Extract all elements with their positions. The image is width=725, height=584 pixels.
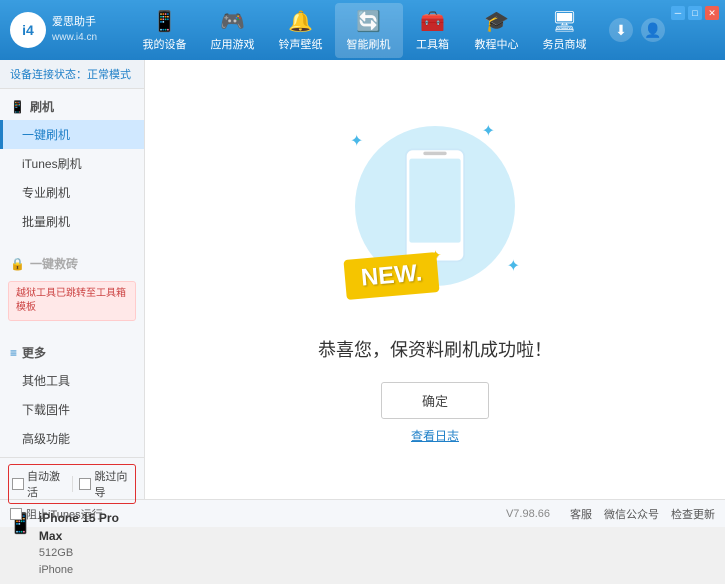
auto-activate-checkbox[interactable] [12,478,24,490]
nav-ringtones-label: 铃声壁纸 [279,36,323,52]
nav-my-device-icon: 📱 [152,9,177,34]
skip-activate-checkbox-label[interactable]: 跳过向导 [79,468,132,500]
nav-toolbox-icon: 🧰 [420,9,445,34]
stop-itunes-checkbox[interactable] [10,508,22,520]
version-label: V7.98.66 [506,508,550,520]
auto-activate-row: 自动激活 跳过向导 [8,464,136,504]
nav-tutorial-label: 教程中心 [475,36,519,52]
sidebar-item-itunes-flash[interactable]: iTunes刷机 [0,149,144,178]
nav-toolbox[interactable]: 🧰 工具箱 [403,3,463,58]
sidebar-item-pro-flash[interactable]: 专业刷机 [0,178,144,207]
device-storage: 512GB [39,545,136,562]
confirm-button[interactable]: 确定 [381,382,489,419]
nav-store[interactable]: 🖥 务员商域 [531,3,599,58]
main-content: ✦ ✦ ✦ NEW. ✦ 恭喜您，保资料刷机成功啦！ 确定 查看日志 [145,60,725,499]
stop-itunes-label[interactable]: 阻止iTunes运行 [10,506,103,522]
sidebar-section-rescue-header: 🔒 一键救砖 [0,250,144,277]
bottom-link-update[interactable]: 检查更新 [671,506,715,522]
sparkle-3-icon: ✦ [507,256,520,276]
nav-smart-flash[interactable]: 🔄 智能刷机 [335,3,403,58]
skip-activate-checkbox[interactable] [79,478,91,490]
sidebar-notice: 越狱工具已跳转至工具箱模板 [8,281,136,321]
logo-area: i4 爱思助手 www.i4.cn [10,12,120,48]
logo-circle: i4 [10,12,46,48]
success-illustration: ✦ ✦ ✦ NEW. ✦ [345,116,525,316]
sidebar-section-more: ≡ 更多 其他工具 下载固件 高级功能 [0,335,144,457]
sidebar-section-rescue: 🔒 一键救砖 越狱工具已跳转至工具箱模板 [0,246,144,329]
auto-activate-checkbox-label[interactable]: 自动激活 [12,468,65,500]
nav-ringtones[interactable]: 🔔 铃声壁纸 [267,3,335,58]
new-badge-stars: ✦ [429,246,442,264]
maximize-button[interactable]: □ [688,6,702,20]
sidebar-item-other-tools[interactable]: 其他工具 [0,366,144,395]
close-button[interactable]: ✕ [705,6,719,20]
new-badge-text: NEW. [360,259,423,291]
bottom-links: 客服 微信公众号 检查更新 [570,506,715,522]
download-button[interactable]: ⬇ [609,18,633,42]
nav-smart-flash-icon: 🔄 [356,9,381,34]
user-button[interactable]: 👤 [641,18,665,42]
minimize-button[interactable]: ─ [671,6,685,20]
sidebar-item-advanced[interactable]: 高级功能 [0,424,144,453]
sidebar-section-flash-header: 📱 刷机 [0,93,144,120]
nav-store-icon: 🖥 [552,9,577,34]
nav-smart-flash-label: 智能刷机 [347,36,391,52]
nav-tutorial[interactable]: 🎓 教程中心 [463,3,531,58]
topbar: i4 爱思助手 www.i4.cn 📱 我的设备 🎮 应用游戏 🔔 铃声壁纸 🔄… [0,0,725,60]
device-type: iPhone [39,562,136,579]
view-log-link[interactable]: 查看日志 [411,427,459,444]
flash-section-icon: 📱 [10,100,25,114]
sidebar-section-more-header: ≡ 更多 [0,339,144,366]
success-text: 恭喜您，保资料刷机成功啦！ [318,336,552,362]
nav-apps-games-icon: 🎮 [220,9,245,34]
checkbox-separator [72,476,73,492]
nav-tutorial-icon: 🎓 [484,9,509,34]
nav-apps-games[interactable]: 🎮 应用游戏 [199,3,267,58]
window-controls: ─ □ ✕ [671,6,719,20]
more-section-icon: ≡ [10,346,17,360]
bottom-link-service[interactable]: 客服 [570,506,592,522]
logo-text: 爱思助手 www.i4.cn [52,15,97,44]
nav-ringtones-icon: 🔔 [288,9,313,34]
top-right-controls: ⬇ 👤 [609,18,665,42]
nav-toolbox-label: 工具箱 [416,36,449,52]
nav-my-device-label: 我的设备 [143,36,187,52]
sparkle-1-icon: ✦ [350,131,363,151]
content-area: 设备连接状态：正常模式 📱 刷机 一键刷机 iTunes刷机 专业刷机 批量刷机 [0,60,725,499]
status-bar: 设备连接状态：正常模式 [0,60,144,89]
sidebar-item-one-key-flash[interactable]: 一键刷机 [0,120,144,149]
nav-bar: 📱 我的设备 🎮 应用游戏 🔔 铃声壁纸 🔄 智能刷机 🧰 工具箱 🎓 教程中心… [120,3,609,58]
bottom-link-wechat[interactable]: 微信公众号 [604,506,659,522]
sidebar-section-flash: 📱 刷机 一键刷机 iTunes刷机 专业刷机 批量刷机 [0,89,144,240]
sparkle-2-icon: ✦ [482,121,495,141]
nav-my-device[interactable]: 📱 我的设备 [131,3,199,58]
sidebar-item-batch-flash[interactable]: 批量刷机 [0,207,144,236]
sidebar-item-download-firmware[interactable]: 下载固件 [0,395,144,424]
sidebar: 设备连接状态：正常模式 📱 刷机 一键刷机 iTunes刷机 专业刷机 批量刷机 [0,60,145,499]
nav-store-label: 务员商域 [543,36,587,52]
new-badge: NEW. ✦ [343,252,439,300]
lock-icon: 🔒 [10,257,25,271]
nav-apps-games-label: 应用游戏 [211,36,255,52]
